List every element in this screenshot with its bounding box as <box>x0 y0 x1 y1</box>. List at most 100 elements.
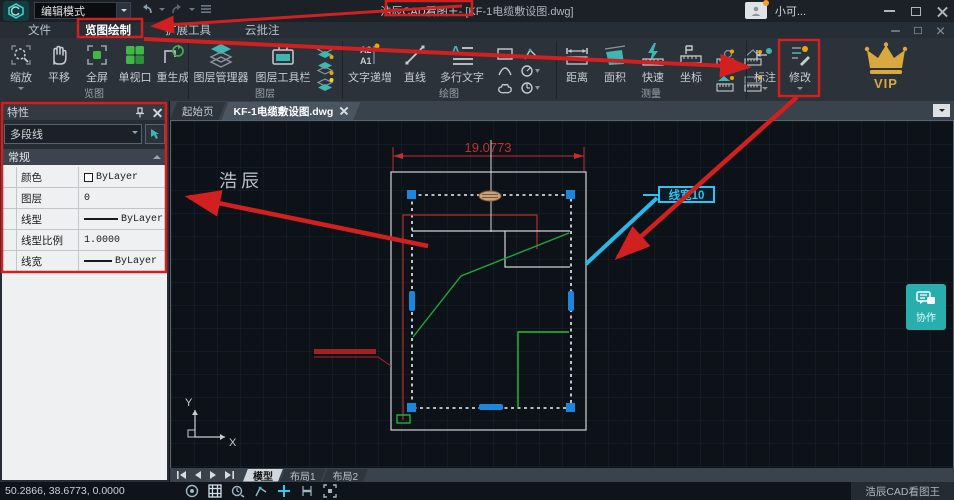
prev-tab-icon[interactable] <box>194 471 202 479</box>
minimize-icon[interactable] <box>884 10 895 12</box>
chevron-down-icon <box>116 3 130 18</box>
layer-lock-icon[interactable] <box>316 61 334 76</box>
rectangle-icon[interactable] <box>494 46 516 62</box>
entity-type-select[interactable]: 多段线 <box>4 124 142 144</box>
undo-icon[interactable] <box>140 3 154 15</box>
polyline-icon[interactable] <box>520 46 542 62</box>
vip-button[interactable]: VIP <box>856 42 916 98</box>
first-tab-icon[interactable] <box>176 471 187 479</box>
menu-view-draw[interactable]: 览图绘制 <box>85 22 131 38</box>
entity-select-chevron-icon <box>132 131 138 134</box>
doc-close-icon[interactable] <box>937 27 945 35</box>
edit-mode-value: 编辑模式 <box>41 3 85 19</box>
pin-icon[interactable] <box>135 107 145 118</box>
text-increment-icon: A2 A1 <box>357 42 383 68</box>
quick-select-button[interactable] <box>145 124 165 144</box>
vip-label: VIP <box>874 76 898 91</box>
maximize-icon[interactable] <box>911 7 921 16</box>
doc-minimize-icon[interactable] <box>891 30 900 32</box>
tab-layout1[interactable]: 布局1 <box>280 469 326 482</box>
last-tab-icon[interactable] <box>224 471 235 479</box>
green-l-shape <box>518 332 569 407</box>
layer-toolbar-button[interactable]: 图层工具栏 <box>252 41 314 86</box>
statusbar: 50.2866, 38.6773, 0.0000 浩辰CAD看图王 <box>0 482 954 500</box>
property-row-color[interactable]: 颜色 ByLayer <box>2 167 167 188</box>
quick-measure-button[interactable]: 快速 <box>634 41 672 86</box>
properties-header: 特性 <box>2 104 167 120</box>
document-window-controls <box>890 25 946 36</box>
coordinate-button[interactable]: 坐标 <box>672 41 710 86</box>
arc-icon[interactable] <box>494 63 516 79</box>
undo-history-chevron-icon[interactable] <box>159 8 165 11</box>
area-button[interactable]: 面积 <box>596 41 634 86</box>
close-icon[interactable] <box>937 6 948 17</box>
lineweight-toggle-icon[interactable] <box>300 484 314 498</box>
user-account[interactable]: 小可... <box>745 2 806 19</box>
property-row-linetype-scale[interactable]: 线型比例 1.0000 <box>2 230 167 251</box>
tab-drawing[interactable]: KF-1电缆敷设图.dwg <box>222 102 361 120</box>
dimension-button[interactable]: 标注 <box>748 41 782 91</box>
menu-burger-icon[interactable] <box>200 4 212 14</box>
tab-start-page[interactable]: 起始页 <box>170 102 226 120</box>
drawing-canvas[interactable]: 19.0773 <box>170 121 954 468</box>
polar-toggle-icon[interactable] <box>254 484 268 498</box>
text-increment-button[interactable]: A2 A1 文字递增 <box>344 41 396 86</box>
red-note-leader <box>314 357 391 366</box>
tab-close-icon[interactable] <box>340 107 348 115</box>
layer-freeze-icon[interactable] <box>316 45 334 60</box>
redo-icon[interactable] <box>170 3 184 15</box>
property-row-layer[interactable]: 图层 0 <box>2 188 167 209</box>
document-tabs: 起始页 KF-1电缆敷设图.dwg <box>170 101 954 121</box>
entity-type-value: 多段线 <box>10 126 43 142</box>
menu-cloud-note[interactable]: 云批注 <box>245 22 280 38</box>
layout-bar: 模型 布局1 布局2 <box>170 468 954 482</box>
svg-text:A1: A1 <box>360 56 372 66</box>
mtext-button[interactable]: A 多行文字 <box>434 41 490 86</box>
line-button[interactable]: 直线 <box>396 41 434 86</box>
dimension-text: 19.0773 <box>465 140 512 155</box>
tab-model[interactable]: 模型 <box>243 469 283 482</box>
menu-ext-tools[interactable]: 扩展工具 <box>165 22 211 38</box>
ortho-toggle-icon[interactable] <box>185 484 199 498</box>
section-collapse-icon <box>153 155 161 159</box>
pan-hand-icon <box>46 42 72 68</box>
dim-arrow-left <box>393 153 403 159</box>
measure-radius-icon[interactable] <box>712 45 738 70</box>
pan-button[interactable]: 平移 <box>40 41 78 86</box>
snap-toggle-icon[interactable] <box>277 484 291 498</box>
lineweight-sample <box>84 260 112 263</box>
zoom-button[interactable]: 缩放 <box>2 41 40 91</box>
linetype-sample <box>84 218 118 220</box>
ribbon-group-measure: 距离 面积 <box>558 38 744 101</box>
zoom-icon <box>8 42 34 68</box>
ribbon: 缩放 平移 全屏 <box>0 38 954 101</box>
tab-list-button[interactable] <box>933 104 950 117</box>
next-tab-icon[interactable] <box>209 471 217 479</box>
doc-restore-icon[interactable] <box>914 27 922 34</box>
circle-icon[interactable] <box>520 63 542 79</box>
viewport-icon <box>122 42 148 68</box>
grid-toggle-icon[interactable] <box>208 484 222 498</box>
fullscreen-toggle-icon[interactable] <box>323 484 337 498</box>
single-viewport-button[interactable]: 单视口 <box>116 41 154 86</box>
panel-close-icon[interactable] <box>153 108 162 117</box>
modify-button[interactable]: 修改 <box>782 41 818 91</box>
distance-button[interactable]: 距离 <box>558 41 596 86</box>
property-row-linetype[interactable]: 线型 ByLayer <box>2 209 167 230</box>
tab-layout2[interactable]: 布局2 <box>323 469 369 482</box>
menu-file[interactable]: 文件 <box>28 22 51 38</box>
statusbar-toggles <box>185 484 337 498</box>
properties-section-general[interactable]: 常规 <box>2 149 167 165</box>
properties-body: 颜色 ByLayer 图层 0 线型 ByLayer 线型比例 1.0000 <box>2 165 167 480</box>
fullscreen-button[interactable]: 全屏 <box>78 41 116 86</box>
collaborate-button[interactable]: 协作 <box>906 284 946 330</box>
property-row-lineweight[interactable]: 线宽 ByLayer <box>2 251 167 272</box>
collaborate-label: 协作 <box>916 309 936 324</box>
group-label-layer: 图层 <box>190 85 340 100</box>
document-area: 起始页 KF-1电缆敷设图.dwg 19.0773 <box>170 101 954 482</box>
redo-history-chevron-icon[interactable] <box>189 8 195 11</box>
osnap-toggle-icon[interactable] <box>231 484 245 498</box>
edit-mode-select[interactable]: 编辑模式 <box>34 2 131 19</box>
layer-manager-button[interactable]: 图层管理器 <box>190 41 252 86</box>
regen-button[interactable]: 重生成 <box>154 41 192 86</box>
